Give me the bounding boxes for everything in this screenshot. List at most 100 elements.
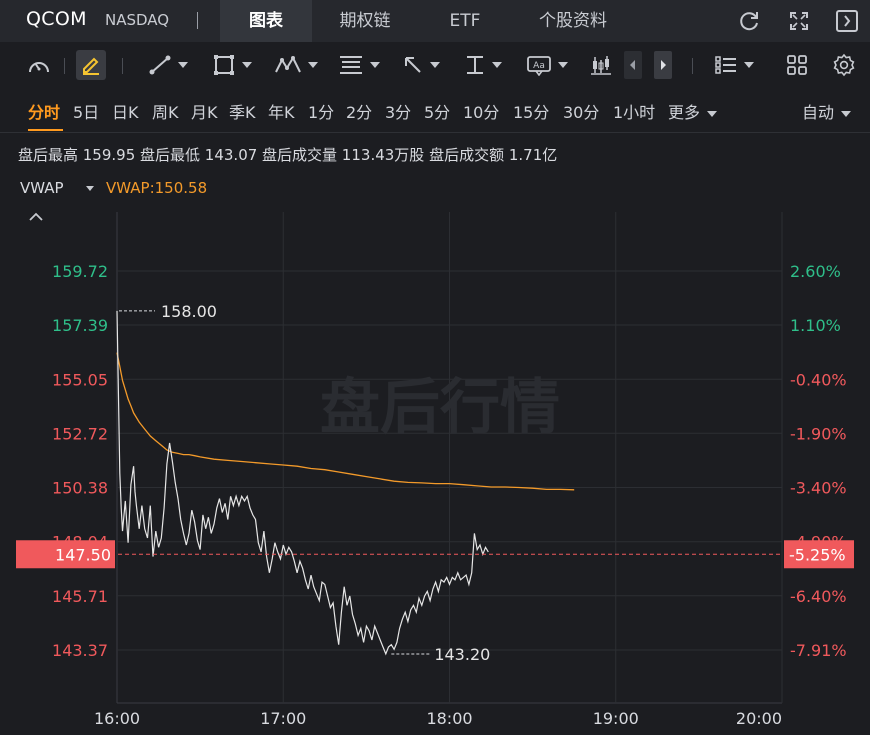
x-tick-label: 18:00 bbox=[426, 709, 472, 728]
pen-icon bbox=[83, 57, 99, 75]
y-tick-label: 159.72 bbox=[52, 262, 108, 281]
prev-tool-button[interactable] bbox=[624, 51, 642, 79]
price-series-line bbox=[116, 310, 489, 656]
period-intraday[interactable]: 分时 bbox=[28, 99, 60, 123]
line-tool-button[interactable] bbox=[148, 52, 188, 78]
arrow-tool-button[interactable] bbox=[402, 52, 440, 78]
period-3min[interactable]: 3分 bbox=[385, 99, 411, 123]
after-hours-stats: 盘后最高 159.95 盘后最低 143.07 盘后成交量 113.43万股 盘… bbox=[18, 146, 558, 164]
fib-tool-icon bbox=[340, 56, 362, 74]
y-tick-label-pct: -0.40% bbox=[790, 370, 847, 389]
period-week-k[interactable]: 周K bbox=[152, 99, 179, 123]
fullscreen-icon[interactable] bbox=[786, 8, 812, 34]
list-icon bbox=[715, 56, 736, 74]
period-10min[interactable]: 10分 bbox=[463, 99, 499, 123]
grid-layout-button[interactable] bbox=[786, 52, 808, 78]
line-tool-icon bbox=[149, 55, 171, 75]
current-change-tag bbox=[784, 540, 854, 569]
high-price-label: 158.00 bbox=[161, 302, 217, 321]
current-change-value: -5.25% bbox=[789, 545, 846, 564]
chevron-down-icon bbox=[707, 110, 718, 117]
x-tick-label: 17:00 bbox=[260, 709, 306, 728]
chevron-down-icon[interactable] bbox=[86, 186, 94, 191]
period-day-k[interactable]: 日K bbox=[112, 99, 139, 123]
y-tick-label: 152.72 bbox=[52, 424, 108, 443]
period-5d[interactable]: 5日 bbox=[73, 99, 99, 123]
toolbar-divider bbox=[64, 58, 65, 74]
rectangle-tool-button[interactable] bbox=[212, 52, 252, 78]
text-tool-button[interactable]: Aa bbox=[526, 52, 568, 78]
drawing-toolbar: Aa bbox=[0, 42, 870, 88]
toolbar-divider bbox=[692, 58, 693, 74]
period-more[interactable]: 更多 bbox=[668, 99, 718, 123]
prev-icon bbox=[630, 60, 635, 70]
x-tick-label: 19:00 bbox=[593, 709, 639, 728]
fib-tool-button[interactable] bbox=[338, 52, 380, 78]
header-divider bbox=[197, 12, 198, 29]
period-15min[interactable]: 15分 bbox=[513, 99, 549, 123]
period-2min[interactable]: 2分 bbox=[346, 99, 372, 123]
y-tick-label-pct: -4.90% bbox=[790, 533, 847, 552]
exchange-label: NASDAQ bbox=[105, 11, 170, 29]
svg-text:Aa: Aa bbox=[533, 61, 545, 71]
y-tick-label-pct: 1.10% bbox=[790, 316, 841, 335]
period-divider bbox=[0, 132, 870, 133]
tab-option-chain[interactable]: 期权链 bbox=[320, 0, 410, 42]
vwap-series-line bbox=[116, 352, 575, 491]
y-tick-label: 145.71 bbox=[52, 587, 108, 606]
x-tick-label: 16:00 bbox=[94, 709, 140, 728]
collapse-panel-icon[interactable] bbox=[834, 8, 860, 34]
candle-style-button[interactable] bbox=[590, 52, 612, 78]
period-year-k[interactable]: 年K bbox=[268, 99, 295, 123]
measure-tool-button[interactable] bbox=[464, 52, 502, 78]
list-button[interactable] bbox=[714, 52, 754, 78]
period-1min[interactable]: 1分 bbox=[308, 99, 334, 123]
auto-mode-select[interactable]: 自动 bbox=[802, 99, 852, 123]
y-tick-label: 157.39 bbox=[52, 316, 108, 335]
period-month-k[interactable]: 月K bbox=[191, 99, 218, 123]
next-tool-button[interactable] bbox=[654, 51, 672, 79]
period-1hour[interactable]: 1小时 bbox=[613, 99, 655, 123]
active-period-underline bbox=[28, 129, 63, 131]
pen-tool-button[interactable] bbox=[76, 50, 106, 80]
current-price-tag bbox=[16, 540, 115, 569]
y-tick-label-pct: -6.40% bbox=[790, 587, 847, 606]
indicator-gauge-icon bbox=[29, 62, 49, 73]
period-more-label: 更多 bbox=[668, 103, 701, 122]
indicator-select[interactable]: VWAP bbox=[20, 179, 64, 197]
stock-symbol: QCOM bbox=[26, 8, 87, 30]
next-icon bbox=[661, 60, 666, 70]
refresh-icon[interactable] bbox=[736, 8, 762, 34]
grid-layout-icon bbox=[787, 55, 807, 75]
chart-watermark: 盘后行情 bbox=[320, 373, 560, 443]
measure-tool-icon bbox=[467, 56, 483, 74]
chevron-up-icon[interactable] bbox=[28, 211, 44, 223]
top-header: QCOM NASDAQ 图表 期权链 ETF 个股资料 bbox=[0, 0, 870, 42]
rectangle-tool-icon bbox=[214, 55, 234, 75]
auto-mode-label: 自动 bbox=[802, 103, 835, 122]
tab-company-profile[interactable]: 个股资料 bbox=[518, 0, 628, 42]
period-5min[interactable]: 5分 bbox=[424, 99, 450, 123]
low-price-label: 143.20 bbox=[434, 645, 490, 664]
candle-style-icon bbox=[591, 56, 611, 75]
y-tick-label: 150.38 bbox=[52, 479, 108, 498]
toolbar-divider bbox=[122, 58, 123, 74]
indicator-gauge-button[interactable] bbox=[26, 52, 52, 78]
vwap-value: VWAP:150.58 bbox=[106, 179, 208, 197]
y-tick-label: 143.37 bbox=[52, 641, 108, 660]
y-tick-label: 155.05 bbox=[52, 370, 108, 389]
settings-button[interactable] bbox=[832, 52, 856, 78]
y-tick-label-pct: -7.91% bbox=[790, 641, 847, 660]
y-tick-label: 148.04 bbox=[52, 533, 108, 552]
pattern-tool-icon bbox=[275, 55, 301, 73]
y-tick-label-pct: 2.60% bbox=[790, 262, 841, 281]
tab-chart[interactable]: 图表 bbox=[220, 0, 312, 42]
settings-icon bbox=[833, 53, 855, 77]
text-tool-icon: Aa bbox=[527, 56, 551, 76]
y-tick-label-pct: -3.40% bbox=[790, 479, 847, 498]
tab-etf[interactable]: ETF bbox=[428, 0, 502, 42]
period-selector: 分时 5日 日K 周K 月K 季K 年K 1分 2分 3分 5分 10分 15分… bbox=[0, 88, 870, 132]
pattern-tool-button[interactable] bbox=[274, 52, 318, 78]
period-quarter-k[interactable]: 季K bbox=[229, 99, 256, 123]
period-30min[interactable]: 30分 bbox=[563, 99, 599, 123]
